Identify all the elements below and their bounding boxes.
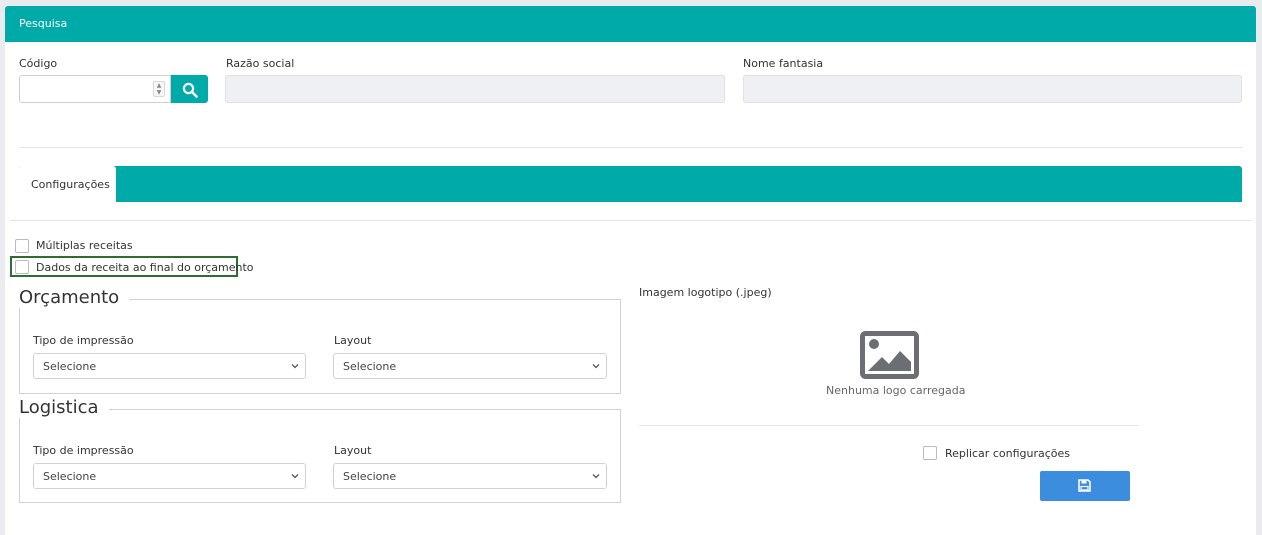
chevron-down-icon xyxy=(592,474,600,479)
divider xyxy=(10,220,1252,221)
chevron-down-icon xyxy=(592,364,600,369)
logo-empty-text: Nenhuma logo carregada xyxy=(826,384,966,397)
orcamento-legend: Orçamento xyxy=(19,287,130,308)
divider xyxy=(639,425,1139,426)
panel-header: Pesquisa xyxy=(5,6,1256,42)
orcamento-tipo-value: Selecione xyxy=(43,360,97,373)
chevron-down-icon xyxy=(291,474,299,479)
logistica-legend: Logistica xyxy=(19,397,109,418)
logistica-layout-value: Selecione xyxy=(343,470,397,483)
number-spinner[interactable]: ▲ ▼ xyxy=(153,81,165,97)
orcamento-layout-value: Selecione xyxy=(343,360,397,373)
chevron-down-icon xyxy=(291,364,299,369)
tab-configuracoes-label: Configurações xyxy=(31,178,110,191)
divider xyxy=(19,147,1242,148)
dados-receita-label: Dados da receita ao final do orçamento xyxy=(36,261,254,274)
logistica-layout-select[interactable]: Selecione xyxy=(333,463,607,489)
replicar-checkbox[interactable] xyxy=(923,446,937,460)
nome-fantasia-label: Nome fantasia xyxy=(743,57,824,70)
razao-social-field xyxy=(225,75,725,103)
orcamento-tipo-select[interactable]: Selecione xyxy=(33,353,306,379)
logistica-layout-label: Layout xyxy=(334,444,372,457)
search-icon xyxy=(182,82,198,98)
tab-bar xyxy=(18,166,1242,202)
orcamento-tipo-label: Tipo de impressão xyxy=(33,334,134,347)
logo-label: Imagem logotipo (.jpeg) xyxy=(639,286,772,299)
logistica-tipo-label: Tipo de impressão xyxy=(33,444,134,457)
orcamento-layout-label: Layout xyxy=(334,334,372,347)
nome-fantasia-field xyxy=(743,75,1242,103)
search-button[interactable] xyxy=(171,75,208,103)
tab-configuracoes[interactable]: Configurações xyxy=(18,166,116,202)
floppy-disk-icon xyxy=(1078,479,1091,492)
panel-title: Pesquisa xyxy=(19,17,68,30)
codigo-label: Código xyxy=(19,57,58,70)
logistica-tipo-value: Selecione xyxy=(43,470,97,483)
dados-receita-checkbox[interactable] xyxy=(15,260,29,274)
save-button[interactable] xyxy=(1040,471,1130,501)
image-placeholder-icon[interactable] xyxy=(860,331,919,379)
replicar-label: Replicar configurações xyxy=(945,447,1070,460)
orcamento-layout-select[interactable]: Selecione xyxy=(333,353,607,379)
logistica-tipo-select[interactable]: Selecione xyxy=(33,463,306,489)
multiplas-receitas-checkbox[interactable] xyxy=(15,239,29,253)
razao-social-label: Razão social xyxy=(226,57,295,70)
codigo-input[interactable]: ▲ ▼ xyxy=(19,75,171,103)
multiplas-receitas-label: Múltiplas receitas xyxy=(36,239,133,252)
